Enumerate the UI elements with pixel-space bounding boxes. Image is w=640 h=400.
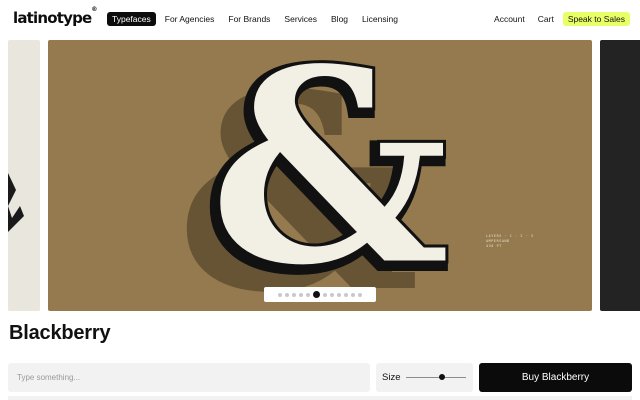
- carousel-dot[interactable]: [299, 292, 303, 297]
- latinotype-logo[interactable]: latinotype®: [13, 6, 97, 27]
- carousel-dot[interactable]: [313, 291, 320, 298]
- specimen-caption: LAYERS · 1 · 2 · 3 AMPERSAND 430 PT: [486, 234, 534, 248]
- nav-typefaces[interactable]: Typefaces: [107, 12, 156, 26]
- carousel-dot[interactable]: [337, 292, 341, 297]
- nav-blog[interactable]: Blog: [326, 12, 353, 26]
- previous-slide[interactable]: [8, 40, 40, 311]
- hero-carousel: & & & LAYERS · 1 · 2 · 3 AMPERSAND 430 P…: [0, 38, 640, 312]
- nav-for-brands[interactable]: For Brands: [223, 12, 275, 26]
- carousel-dot[interactable]: [323, 292, 327, 297]
- nav-services[interactable]: Services: [279, 12, 322, 26]
- carousel-dot[interactable]: [330, 292, 334, 297]
- main-nav: Typefaces For Agencies For Brands Servic…: [107, 12, 403, 26]
- carousel-dot[interactable]: [344, 292, 348, 297]
- account-link[interactable]: Account: [490, 12, 529, 26]
- carousel-dot[interactable]: [358, 292, 362, 297]
- hero-slide[interactable]: & & & LAYERS · 1 · 2 · 3 AMPERSAND 430 P…: [48, 40, 592, 311]
- cart-link[interactable]: Cart: [534, 12, 558, 26]
- glyph-face-layer: &: [208, 40, 452, 311]
- type-tester-placeholder: Type something...: [17, 373, 81, 382]
- next-slide[interactable]: [600, 40, 640, 311]
- speak-to-sales-button[interactable]: Speak to Sales: [562, 12, 630, 26]
- typeface-title: Blackberry: [9, 322, 111, 344]
- carousel-dot[interactable]: [351, 292, 355, 297]
- size-slider-track[interactable]: [406, 377, 466, 378]
- caption-line: 430 PT: [486, 243, 502, 248]
- size-label: Size: [382, 372, 401, 383]
- hero-glyph-layers: & & &: [176, 40, 453, 311]
- size-control: Size: [376, 363, 473, 392]
- buy-typeface-button[interactable]: Buy Blackberry: [479, 363, 632, 392]
- account-nav: Account Cart Speak to Sales: [490, 12, 630, 26]
- size-slider-thumb[interactable]: [439, 374, 445, 380]
- top-navigation: latinotype® Typefaces For Agencies For B…: [0, 0, 640, 38]
- type-tester-input[interactable]: Type something...: [8, 363, 370, 392]
- nav-for-agencies[interactable]: For Agencies: [160, 12, 220, 26]
- carousel-dot[interactable]: [306, 292, 310, 297]
- ampersand-illustration: & & &: [176, 40, 453, 311]
- next-section-edge: [8, 396, 632, 400]
- carousel-dot[interactable]: [285, 292, 289, 297]
- carousel-dot[interactable]: [292, 292, 296, 297]
- carousel-dot[interactable]: [278, 292, 282, 297]
- nav-licensing[interactable]: Licensing: [357, 12, 403, 26]
- carousel-pagination: [264, 287, 376, 302]
